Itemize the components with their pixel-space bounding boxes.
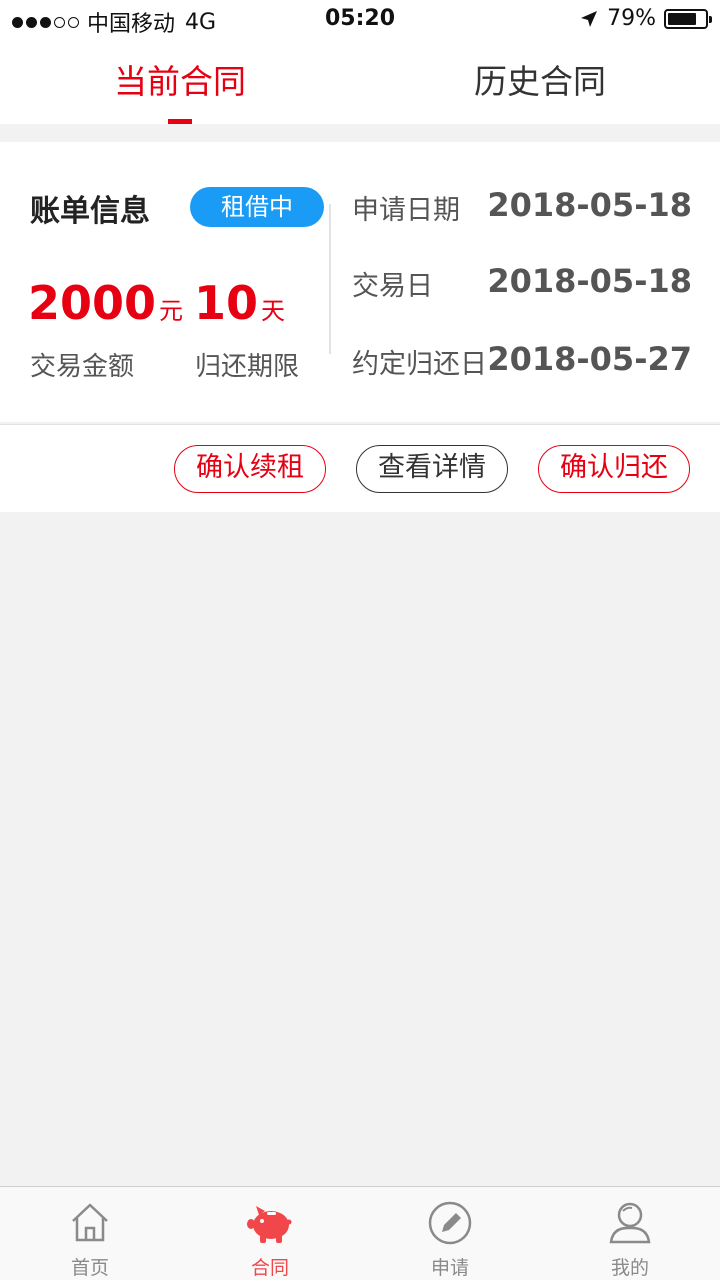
- info-key: 约定归还日: [352, 349, 487, 380]
- transaction-amount: 2000 元: [28, 276, 183, 330]
- pencil-icon: [428, 1201, 472, 1245]
- term-unit: 天: [261, 297, 286, 325]
- nav-item-mine[interactable]: 我的: [540, 1187, 720, 1280]
- nav-item-home[interactable]: 首页: [0, 1187, 180, 1280]
- confirm-renew-button[interactable]: 确认续租: [174, 445, 326, 493]
- battery-percent: 79%: [607, 6, 656, 31]
- confirm-return-button[interactable]: 确认归还: [538, 445, 690, 493]
- info-value: 2018-05-18: [487, 262, 692, 300]
- nav-item-contract[interactable]: 合同: [180, 1187, 360, 1280]
- tab-history-contract[interactable]: 历史合同: [360, 40, 720, 124]
- nav-home-label: 首页: [70, 1257, 109, 1279]
- location-arrow-icon: [581, 10, 598, 27]
- tab-history-contract-label: 历史合同: [474, 62, 606, 101]
- status-badge: 租借中: [190, 187, 324, 227]
- nav-apply-label: 申请: [430, 1257, 469, 1279]
- term-label: 归还期限: [195, 352, 300, 382]
- tab-current-contract[interactable]: 当前合同: [0, 40, 360, 124]
- active-tab-indicator: [168, 119, 192, 124]
- bill-card: 账单信息 租借中 2000 元 10 天 交易金额 归还期限 申请日期 2018-0…: [0, 142, 720, 422]
- piggy-bank-icon: [247, 1206, 292, 1243]
- view-details-button[interactable]: 查看详情: [356, 445, 508, 493]
- term-value: 10: [194, 276, 259, 330]
- amount-unit: 元: [159, 297, 184, 325]
- status-bar: 中国移动 4G 05:20 79%: [0, 0, 720, 40]
- nav-mine-label: 我的: [610, 1257, 649, 1279]
- info-value: 2018-05-18: [487, 186, 692, 224]
- amount-value: 2000: [28, 276, 157, 330]
- bill-title: 账单信息: [30, 194, 150, 229]
- home-icon: [72, 1203, 108, 1242]
- amount-label: 交易金额: [30, 352, 135, 382]
- battery-fill: [668, 12, 697, 25]
- info-value: 2018-05-27: [487, 340, 692, 378]
- contract-tabs: 当前合同 历史合同: [0, 40, 720, 124]
- return-term: 10 天: [194, 276, 285, 330]
- action-bar: 确认续租 查看详情 确认归还: [0, 424, 720, 512]
- info-key: 申请日期: [352, 195, 460, 226]
- tab-current-contract-label: 当前合同: [114, 62, 246, 101]
- info-key: 交易日: [352, 271, 433, 302]
- nav-contract-label: 合同: [250, 1257, 289, 1279]
- status-right: 79%: [579, 6, 712, 31]
- user-icon: [609, 1202, 651, 1244]
- vertical-divider: [329, 204, 331, 354]
- nav-item-apply[interactable]: 申请: [360, 1187, 540, 1280]
- battery-icon: [664, 8, 712, 29]
- bottom-nav: 首页 合同 申请 我的: [0, 1186, 720, 1280]
